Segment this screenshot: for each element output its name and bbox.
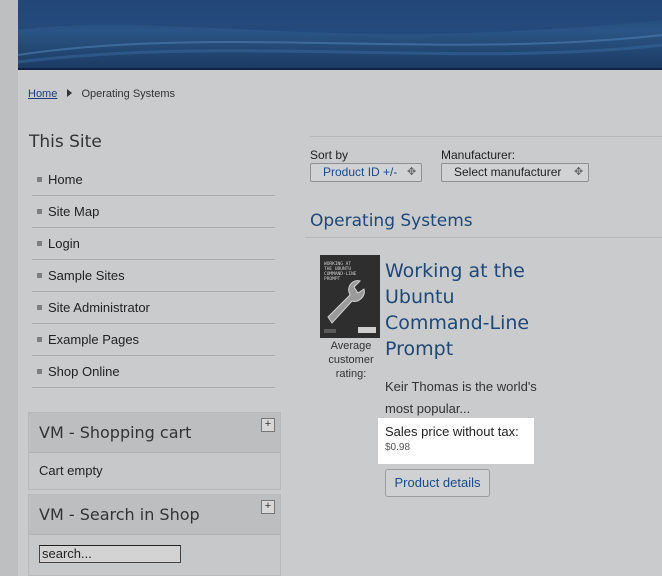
category-divider [305,237,662,238]
book-cover-graphic: WORKING AT THE UBUNTU COMMAND-LINE PROMPT [320,255,380,338]
bullet-icon [37,305,42,310]
bullet-icon [37,209,42,214]
search-module: VM - Search in Shop + search... [28,494,281,576]
breadcrumb-home-link[interactable]: Home [28,88,57,100]
average-rating-label: Average customer rating: [328,340,374,380]
dropdown-arrow-icon: ✥ [574,166,584,178]
sidebar-item-sample-sites[interactable]: Sample Sites [32,260,275,292]
header-banner [18,0,662,70]
product-title-link[interactable]: Working at the Ubuntu Command-Line Promp… [385,258,545,362]
price-label: Sales price without tax: [385,424,519,439]
bullet-icon [37,337,42,342]
price-value: $0.98 [385,442,411,453]
module-header: VM - Shopping cart + [29,413,280,453]
shopping-cart-module: VM - Shopping cart + Cart empty [28,412,281,490]
manufacturer-label: Manufacturer: [441,148,516,162]
page-frame-left [0,0,18,576]
price-box: Sales price without tax: $0.98 [378,418,534,464]
module-header: VM - Search in Shop + [29,495,280,535]
sidebar-item-home[interactable]: Home [32,164,275,196]
sidebar-item-example-pages[interactable]: Example Pages [32,324,275,356]
sort-by-label: Sort by [310,148,349,162]
bullet-icon [37,177,42,182]
sort-by-value: Product ID +/- [323,165,398,179]
bullet-icon [37,273,42,278]
expand-icon[interactable]: + [261,418,275,432]
category-title: Operating Systems [310,211,473,231]
sidebar-menu: Home Site Map Login Sample Sites Site Ad… [32,164,275,388]
sidebar-item-label: Shop Online [48,364,120,379]
sidebar-item-site-administrator[interactable]: Site Administrator [32,292,275,324]
cart-status: Cart empty [39,463,103,478]
breadcrumb-current: Operating Systems [81,88,176,100]
expand-icon[interactable]: + [261,500,275,514]
sidebar-item-label: Site Map [48,204,100,219]
module-title: VM - Search in Shop [39,505,200,524]
sidebar-item-label: Home [48,172,83,187]
bullet-icon [37,241,42,246]
breadcrumb: Home Operating Systems [28,88,175,100]
sidebar-item-label: Sample Sites [48,268,125,283]
breadcrumb-arrow-icon [67,89,73,97]
content-top-divider [310,136,662,137]
banner-swoosh-graphic [18,0,662,64]
sort-by-dropdown[interactable]: Product ID +/- ✥ [310,163,422,182]
sidebar-item-label: Login [48,236,80,251]
sidebar-item-label: Site Administrator [48,300,150,315]
product-details-button[interactable]: Product details [385,469,490,497]
product-description: Keir Thomas is the world's most popular.… [385,379,537,416]
manufacturer-value: Select manufacturer [454,165,562,179]
manufacturer-dropdown[interactable]: Select manufacturer ✥ [441,163,589,182]
search-input[interactable]: search... [39,545,181,563]
sidebar-item-login[interactable]: Login [32,228,275,260]
bullet-icon [37,369,42,374]
module-title: VM - Shopping cart [39,423,192,442]
sidebar-title: This Site [29,132,102,152]
sidebar-item-label: Example Pages [48,332,140,347]
dropdown-arrow-icon: ✥ [407,166,417,178]
sidebar-item-shop-online[interactable]: Shop Online [32,356,275,388]
sidebar-item-site-map[interactable]: Site Map [32,196,275,228]
product-image[interactable]: WORKING AT THE UBUNTU COMMAND-LINE PROMPT [320,255,380,338]
